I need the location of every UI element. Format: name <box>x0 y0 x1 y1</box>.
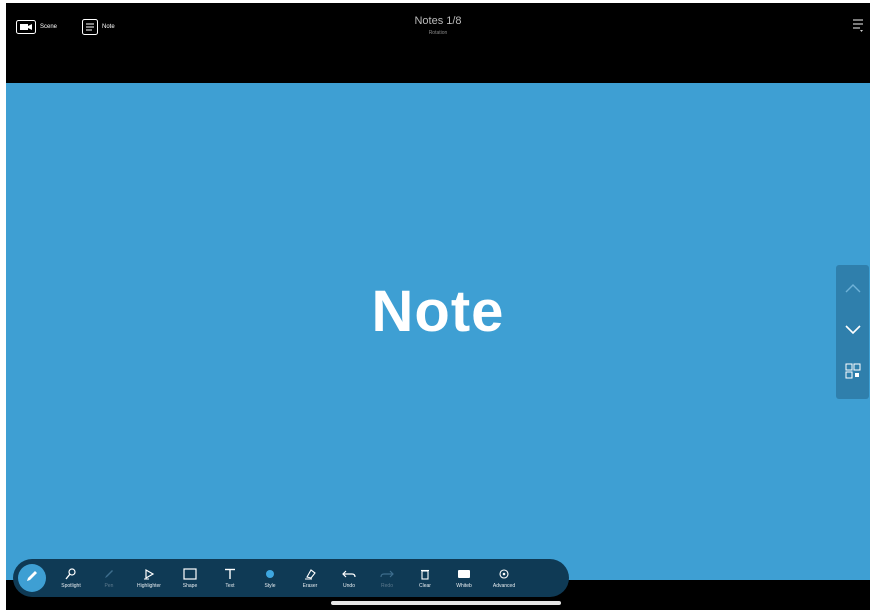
board-icon <box>457 568 471 580</box>
tool-list: Spotlight Pen Highlighter Shape Text Sty… <box>52 562 524 594</box>
spotlight-icon <box>65 568 77 580</box>
tool-label: Text <box>225 583 235 589</box>
tool-spotlight[interactable]: Spotlight <box>52 568 90 589</box>
rectangle-icon <box>183 568 197 580</box>
tool-advanced[interactable]: Advanced <box>484 568 524 589</box>
app-screen: Scene Note Notes 1/8 Rotation Note <box>6 3 870 610</box>
slide-text: Note <box>371 279 505 344</box>
tool-label: Advanced <box>492 583 516 589</box>
text-icon <box>224 568 236 580</box>
grid-icon <box>845 363 861 384</box>
annotation-toolbar: Spotlight Pen Highlighter Shape Text Sty… <box>13 559 569 597</box>
chevron-up-icon <box>845 280 861 298</box>
tool-pen[interactable]: Pen <box>90 568 128 589</box>
tool-clear[interactable]: Clear <box>406 568 444 589</box>
pen-mode-button[interactable] <box>18 564 46 592</box>
pen-icon <box>103 568 115 580</box>
trash-icon <box>419 568 431 580</box>
tool-label: Pen <box>104 583 114 589</box>
page-title: Notes 1/8 <box>414 15 462 27</box>
home-indicator[interactable] <box>331 601 561 605</box>
menu-button[interactable] <box>852 17 864 38</box>
tool-label: Shape <box>182 583 198 589</box>
next-slide-button[interactable] <box>836 313 869 349</box>
undo-icon <box>342 568 356 580</box>
tool-eraser[interactable]: Eraser <box>290 568 330 589</box>
tool-undo[interactable]: Undo <box>330 568 368 589</box>
title-area: Notes 1/8 Rotation <box>6 15 870 36</box>
tool-label: Clear <box>419 583 431 589</box>
tool-label: Spotlight <box>61 583 81 589</box>
settings-icon <box>498 568 510 580</box>
menu-icon <box>852 19 864 37</box>
tool-shape[interactable]: Shape <box>170 568 210 589</box>
highlighter-icon <box>143 568 155 580</box>
eraser-icon <box>304 568 316 580</box>
tool-whiteboard[interactable]: Whiteb <box>444 568 484 589</box>
slide-overview-button[interactable] <box>836 355 869 391</box>
tool-label: Eraser <box>302 583 318 589</box>
page-subtitle: Rotation <box>428 30 448 36</box>
top-bar: Scene Note Notes 1/8 Rotation <box>6 3 870 83</box>
tool-label: Undo <box>343 583 355 589</box>
chevron-down-icon <box>844 322 861 340</box>
tool-text[interactable]: Text <box>210 568 250 589</box>
tool-label: Style <box>264 583 276 589</box>
previous-slide-button[interactable] <box>836 271 869 307</box>
tool-style[interactable]: Style <box>250 568 290 589</box>
slide-navigator <box>836 265 869 399</box>
tool-label: Highlighter <box>137 583 161 589</box>
slide-canvas[interactable]: Note <box>6 83 870 580</box>
tool-label: Whiteb <box>456 583 472 589</box>
pencil-icon <box>25 569 39 588</box>
redo-icon <box>380 568 394 580</box>
tool-label: Redo <box>381 583 393 589</box>
tool-highlighter[interactable]: Highlighter <box>128 568 170 589</box>
color-dot-icon <box>264 568 276 580</box>
tool-redo[interactable]: Redo <box>368 568 406 589</box>
